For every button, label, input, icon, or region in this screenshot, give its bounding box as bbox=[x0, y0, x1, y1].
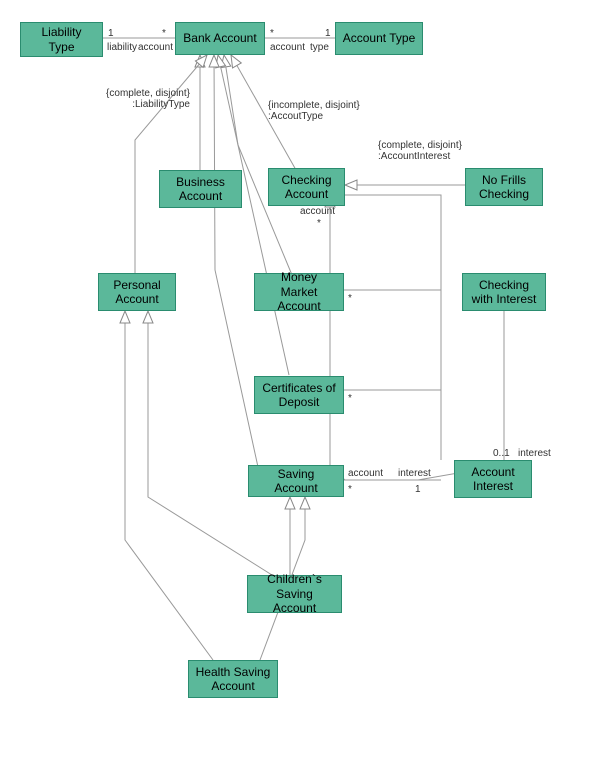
class-bank-account: Bank Account bbox=[175, 22, 265, 55]
role-label: liability bbox=[107, 42, 137, 53]
mult-label: 0..1 bbox=[493, 448, 510, 459]
class-personal-account: Personal Account bbox=[98, 273, 176, 311]
mult-label: * bbox=[348, 484, 352, 495]
role-label: account bbox=[300, 206, 335, 217]
gen-set-label: {incomplete, disjoint} :AccoutType bbox=[268, 100, 360, 122]
class-no-frills-checking: No Frills Checking bbox=[465, 168, 543, 206]
mult-label: * bbox=[317, 218, 321, 229]
mult-label: * bbox=[162, 28, 166, 39]
mult-label: 1 bbox=[108, 28, 114, 39]
class-checking-with-interest: Checking with Interest bbox=[462, 273, 546, 311]
mult-label: * bbox=[270, 28, 274, 39]
role-label: account bbox=[270, 42, 305, 53]
mult-label: 1 bbox=[415, 484, 421, 495]
class-business-account: Business Account bbox=[159, 170, 242, 208]
class-childrens-saving: Children`s Saving Account bbox=[247, 575, 342, 613]
role-label: type bbox=[310, 42, 329, 53]
class-certificates-of-deposit: Certificates of Deposit bbox=[254, 376, 344, 414]
class-health-saving: Health Saving Account bbox=[188, 660, 278, 698]
role-label: account bbox=[138, 42, 173, 53]
mult-label: * bbox=[348, 393, 352, 404]
class-money-market: Money Market Account bbox=[254, 273, 344, 311]
class-account-type: Account Type bbox=[335, 22, 423, 55]
role-label: interest bbox=[398, 468, 431, 479]
role-label: interest bbox=[518, 448, 551, 459]
gen-set-label: {complete, disjoint} :AccountInterest bbox=[378, 140, 462, 162]
mult-label: * bbox=[348, 293, 352, 304]
class-saving-account: Saving Account bbox=[248, 465, 344, 497]
role-label: account bbox=[348, 468, 383, 479]
class-account-interest: Account Interest bbox=[454, 460, 532, 498]
mult-label: 1 bbox=[325, 28, 331, 39]
gen-set-label: {complete, disjoint} :LiabilityType bbox=[90, 88, 190, 110]
class-checking-account: Checking Account bbox=[268, 168, 345, 206]
class-liability-type: Liability Type bbox=[20, 22, 103, 57]
